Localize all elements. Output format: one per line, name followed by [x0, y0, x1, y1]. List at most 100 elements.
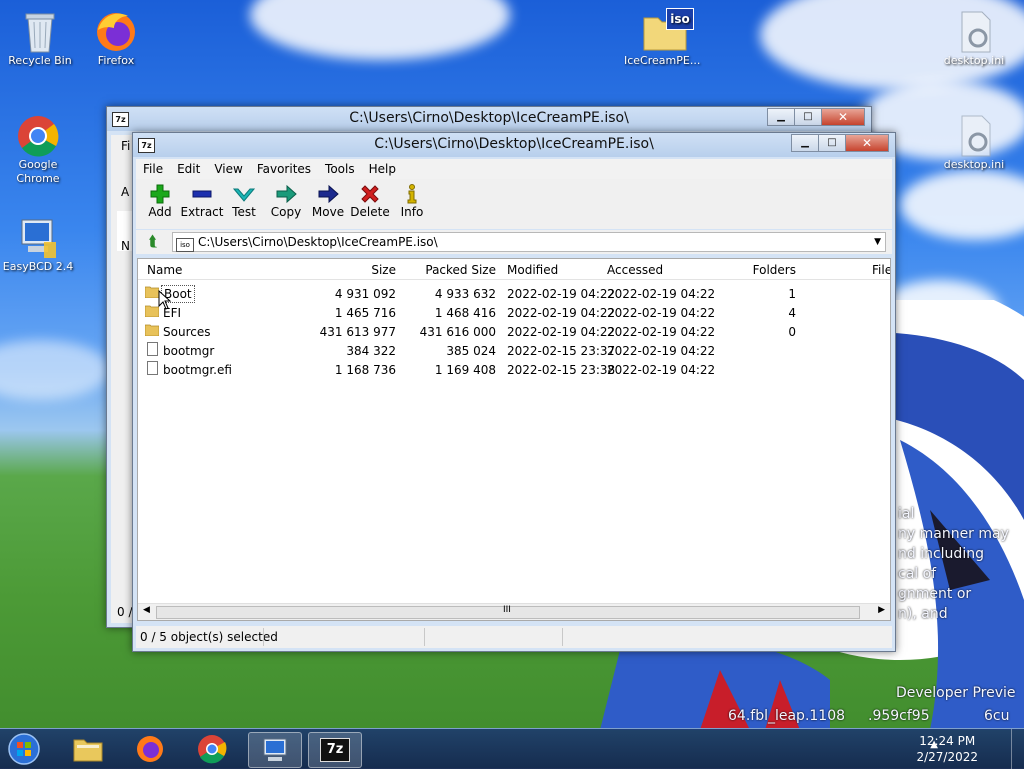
- address-text: C:\Users\Cirno\Desktop\IceCreamPE.iso\: [198, 235, 438, 249]
- background-window-title: C:\Users\Cirno\Desktop\IceCreamPE.iso\: [349, 110, 629, 126]
- table-row[interactable]: Boot 4 931 092 4 933 632 2022-02-19 04:2…: [138, 284, 890, 303]
- clock-time: 12:24 PM: [919, 734, 976, 748]
- column-packed-size[interactable]: Packed Size: [400, 263, 496, 277]
- column-modified[interactable]: Modified: [507, 263, 558, 277]
- status-text: 0 / 5 object(s) selected: [140, 630, 278, 644]
- chrome-icon: [16, 112, 60, 157]
- table-row[interactable]: bootmgr.efi 1 168 736 1 169 408 2022-02-…: [138, 360, 890, 379]
- delete-button[interactable]: Delete: [348, 183, 392, 219]
- clock-date: 2/27/2022: [916, 750, 978, 764]
- settings-file-icon: [952, 8, 996, 53]
- move-button[interactable]: Move: [306, 183, 350, 219]
- column-name[interactable]: Name: [147, 263, 182, 277]
- desktop-icon-iso-file[interactable]: iso IceCreamPE...: [624, 8, 700, 67]
- check-icon: [222, 183, 266, 205]
- desktop-icon-desktop-ini[interactable]: desktop.ini: [936, 8, 1012, 67]
- folder-icon: [144, 323, 160, 337]
- file-icon: [147, 342, 158, 356]
- plus-icon: [138, 183, 182, 205]
- minus-icon: [180, 183, 224, 205]
- menu-bar: File Edit View Favorites Tools Help: [136, 159, 892, 180]
- title-bar[interactable]: 7z C:\Users\Cirno\Desktop\IceCreamPE.iso…: [133, 133, 895, 157]
- column-accessed[interactable]: Accessed: [607, 263, 663, 277]
- status-bar: 0 / 5 object(s) selected: [136, 626, 892, 648]
- copy-arrow-icon: [264, 183, 308, 205]
- easybcd-icon: [16, 214, 60, 258]
- menu-tools[interactable]: Tools: [318, 159, 362, 176]
- test-button[interactable]: Test: [222, 183, 266, 219]
- menu-file[interactable]: File: [136, 159, 170, 176]
- taskbar-chrome[interactable]: [186, 732, 238, 766]
- extract-button[interactable]: Extract: [180, 183, 224, 219]
- watermark-text: n), and: [898, 606, 948, 622]
- firefox-icon: [94, 8, 138, 52]
- cloud: [900, 170, 1024, 240]
- folder-icon: [144, 285, 160, 299]
- file-list[interactable]: Name Size Packed Size Modified Accessed …: [137, 258, 891, 621]
- window-title: C:\Users\Cirno\Desktop\IceCreamPE.iso\: [374, 136, 654, 152]
- recycle-bin-icon: [18, 8, 62, 53]
- watermark-text: 6cu: [984, 708, 1010, 724]
- table-row[interactable]: Sources 431 613 977 431 616 000 2022-02-…: [138, 322, 890, 341]
- dropdown-arrow-icon[interactable]: ▼: [874, 233, 881, 251]
- add-button[interactable]: Add: [138, 183, 182, 219]
- easybcd-icon: [263, 738, 287, 761]
- settings-file-icon: [952, 112, 996, 157]
- folder-icon: [144, 304, 160, 318]
- chrome-icon: [198, 735, 227, 764]
- watermark-text: .959cf95: [868, 708, 930, 724]
- start-button[interactable]: [4, 732, 48, 766]
- cloud: [250, 0, 510, 60]
- table-row[interactable]: bootmgr 384 322 385 024 2022-02-15 23:37…: [138, 341, 890, 360]
- firefox-icon: [137, 736, 163, 762]
- maximize-button[interactable]: □: [818, 134, 846, 152]
- close-button[interactable]: ✕: [821, 108, 865, 126]
- show-desktop-button[interactable]: [1011, 729, 1024, 769]
- horizontal-scrollbar[interactable]: ◀ III ▶: [138, 603, 890, 620]
- table-row[interactable]: EFI 1 465 716 1 468 416 2022-02-19 04:22…: [138, 303, 890, 322]
- scroll-right-icon[interactable]: ▶: [878, 605, 885, 615]
- watermark-text: cal of: [898, 566, 937, 582]
- desktop-icon-easybcd[interactable]: EasyBCD 2.4: [0, 214, 76, 273]
- menu-view[interactable]: View: [207, 159, 249, 176]
- taskbar-7zip[interactable]: 7z: [308, 732, 362, 768]
- info-button[interactable]: Info: [390, 183, 434, 219]
- minimize-button[interactable]: ▁: [767, 108, 795, 126]
- desktop-icon-firefox[interactable]: Firefox: [78, 8, 154, 67]
- desktop-icon-recycle-bin[interactable]: Recycle Bin: [2, 8, 78, 67]
- scroll-left-icon[interactable]: ◀: [143, 605, 150, 615]
- info-icon: [390, 183, 434, 205]
- minimize-button[interactable]: ▁: [791, 134, 819, 152]
- iso-file-icon: iso: [176, 238, 194, 252]
- column-size[interactable]: Size: [308, 263, 396, 277]
- iso-file-icon: iso: [640, 8, 694, 52]
- iso-badge: iso: [666, 8, 694, 30]
- up-folder-icon[interactable]: ⮬: [142, 232, 164, 250]
- column-folders[interactable]: Folders: [708, 263, 796, 277]
- menu-favorites[interactable]: Favorites: [250, 159, 318, 176]
- delete-icon: [348, 183, 392, 205]
- menu-help[interactable]: Help: [362, 159, 403, 176]
- copy-button[interactable]: Copy: [264, 183, 308, 219]
- watermark-text: Developer Previe: [896, 685, 1016, 701]
- 7zip-window[interactable]: 7z C:\Users\Cirno\Desktop\IceCreamPE.iso…: [132, 132, 896, 652]
- taskbar-file-explorer[interactable]: [62, 732, 114, 766]
- taskbar-easybcd[interactable]: [248, 732, 302, 768]
- close-button[interactable]: ✕: [845, 134, 889, 152]
- maximize-button[interactable]: □: [794, 108, 822, 126]
- watermark-text: 64.fbl_leap.1108: [728, 708, 846, 724]
- taskbar-firefox[interactable]: [124, 732, 176, 766]
- cloud: [0, 340, 110, 400]
- watermark-text: ny manner may: [898, 526, 1009, 542]
- toolbar: Add Extract Test Copy Move Delete Info: [136, 179, 892, 229]
- background-title-bar[interactable]: 7z C:\Users\Cirno\Desktop\IceCreamPE.iso…: [107, 107, 871, 131]
- desktop-icon-chrome[interactable]: Google Chrome: [0, 112, 76, 186]
- address-input[interactable]: iso C:\Users\Cirno\Desktop\IceCreamPE.iso…: [172, 232, 886, 252]
- taskbar: 7z ▲ 12:24 PM 2/27/2022: [0, 728, 1024, 769]
- column-files[interactable]: File: [872, 263, 890, 277]
- clock[interactable]: 12:24 PM 2/27/2022: [916, 733, 978, 765]
- menu-edit[interactable]: Edit: [170, 159, 207, 176]
- address-bar: ⮬ iso C:\Users\Cirno\Desktop\IceCreamPE.i…: [136, 230, 892, 254]
- scroll-thumb[interactable]: III: [156, 605, 860, 619]
- desktop-icon-desktop-ini-2[interactable]: desktop.ini: [936, 112, 1012, 171]
